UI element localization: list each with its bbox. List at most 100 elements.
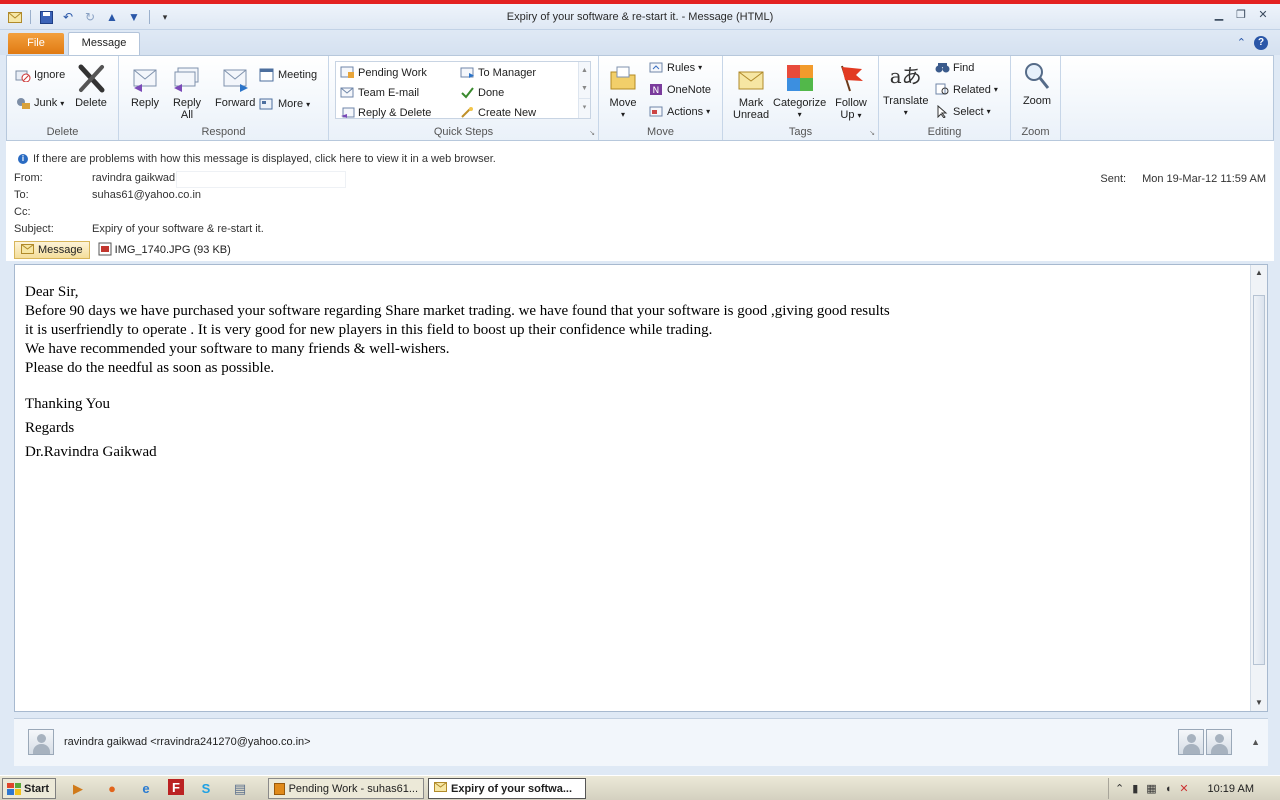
related-button[interactable]: Related ▾ [935,83,998,96]
dropdown-caret-icon: ▾ [797,110,802,119]
dialog-launcher-icon[interactable]: ↘ [869,129,875,137]
quick-launch: ▶ ● e F S ▤ [66,779,252,798]
quickstep-team-email[interactable]: Team E-mail [340,86,419,99]
taskbar-task-expiry[interactable]: Expiry of your softwa... [428,778,586,799]
meeting-button[interactable]: Meeting [259,68,317,82]
quickstep-reply-delete[interactable]: Reply & Delete [340,106,431,119]
quick-steps-scrollbar[interactable]: ▲ ▼ ▾ [578,62,590,118]
ribbon-right-controls: ⌃ ? [1237,36,1268,50]
message-header: i If there are problems with how this me… [6,141,1274,261]
scroll-down-icon[interactable]: ▼ [579,80,590,98]
onenote-button[interactable]: N OneNote [649,83,711,96]
dropdown-caret-icon: ▾ [986,107,991,116]
dropdown-caret-icon: ▾ [620,110,625,119]
group-label-delete: Delete [46,126,79,138]
attachment-bar: Message IMG_1740.JPG (93 KB) [14,241,231,259]
scroll-down-icon[interactable]: ▼ [1253,697,1265,709]
close-icon[interactable]: ✕ [1256,9,1270,22]
team-email-icon [340,86,355,99]
tray-expand-icon[interactable]: ⌃ [1115,782,1124,795]
taskbar-task-pending-work[interactable]: Pending Work - suhas61... [268,778,424,799]
avatar[interactable] [1206,729,1232,755]
ignore-button[interactable]: Ignore [15,68,65,82]
outlook-icon [274,782,285,795]
expand-people-pane-icon[interactable]: ▲ [1251,737,1260,747]
image-file-icon [98,242,112,259]
message-tab[interactable]: Message [14,241,90,259]
quickstep-create-new[interactable]: Create New [460,106,536,119]
battery-icon[interactable]: ▮ [1132,782,1138,795]
scroll-up-icon[interactable]: ▲ [579,62,590,80]
clock[interactable]: 10:19 AM [1208,783,1254,795]
group-respond: Reply Reply All Forward Meeting More ▾ R… [119,56,329,140]
reply-button[interactable]: Reply [129,62,161,109]
collapse-ribbon-icon[interactable]: ⌃ [1237,36,1246,50]
restore-icon[interactable]: ❐ [1234,9,1248,22]
body-scrollbar[interactable]: ▲ ▼ [1250,265,1267,711]
from-value[interactable]: ravindra gaikwad [92,172,175,184]
network-icon[interactable]: ▦ [1146,782,1156,795]
expand-gallery-icon[interactable]: ▾ [579,98,590,116]
firefox-icon[interactable]: ● [100,779,124,798]
cursor-arrow-icon [935,105,950,118]
delete-button[interactable]: Delete [75,62,107,109]
tab-message[interactable]: Message [68,32,140,55]
follow-up-button[interactable]: Follow Up ▾ [835,62,867,122]
media-player-icon[interactable]: ▶ [66,779,90,798]
translate-button[interactable]: aあ Translate ▾ [883,60,928,119]
skype-icon[interactable]: S [194,779,218,798]
to-value[interactable]: suhas61@yahoo.co.in [92,189,201,201]
help-icon[interactable]: ? [1254,36,1268,50]
checkmark-icon [460,86,475,99]
tray-alert-icon[interactable]: ✕ [1179,782,1188,795]
dropdown-caret-icon: ▾ [60,98,65,108]
group-delete: Ignore Junk ▾ Delete Delete [7,56,119,140]
group-label-move: Move [647,126,674,138]
reply-all-icon [171,62,203,94]
quickstep-to-manager[interactable]: To Manager [460,66,536,79]
move-button[interactable]: Move ▾ [607,62,639,121]
avatar [28,729,54,755]
scrollbar-thumb[interactable] [1253,295,1265,665]
minimize-icon[interactable]: ▁ [1212,9,1226,22]
notepad-icon[interactable]: ▤ [228,779,252,798]
dropdown-caret-icon: ▾ [706,107,711,116]
window-controls: ▁ ❐ ✕ [1212,9,1270,22]
forward-button[interactable]: Forward [215,62,255,109]
reply-all-button[interactable]: Reply All [171,62,203,121]
create-new-icon [460,106,475,119]
group-tags: Mark Unread Categorize ▾ Follow Up ▾ Tag… [723,56,879,140]
people-pane-person[interactable]: ravindra gaikwad <rravindra241270@yahoo.… [28,729,311,755]
tab-file[interactable]: File [8,33,64,54]
more-button[interactable]: More ▾ [259,97,310,111]
quick-steps-gallery: Pending Work Team E-mail Reply & Delete … [335,61,591,119]
find-button[interactable]: Find [935,61,974,74]
dropdown-caret-icon: ▾ [903,108,908,117]
info-icon: i [18,154,28,164]
rules-button[interactable]: Rules ▾ [649,61,702,74]
group-label-zoom: Zoom [1021,126,1050,138]
volume-icon[interactable]: ◖ [1165,783,1172,795]
quickstep-pending-work[interactable]: Pending Work [340,66,427,79]
actions-button[interactable]: Actions ▾ [649,105,710,118]
group-editing: aあ Translate ▾ Find Related ▾ Select ▾ E… [879,56,1011,140]
message-body[interactable]: Dear Sir, Before 90 days we have purchas… [14,264,1268,712]
attachment-item[interactable]: IMG_1740.JPG (93 KB) [98,242,231,259]
mark-unread-button[interactable]: Mark Unread [733,62,769,121]
body-line: Please do the needful as soon as possibl… [25,360,275,376]
avatar[interactable] [1178,729,1204,755]
from-address-highlight [176,171,346,188]
quickstep-done[interactable]: Done [460,86,504,99]
filezilla-icon[interactable]: F [168,779,184,795]
info-bar[interactable]: i If there are problems with how this me… [18,153,496,165]
binoculars-icon [935,61,950,74]
select-button[interactable]: Select ▾ [935,105,991,118]
scroll-up-icon[interactable]: ▲ [1253,267,1265,279]
categorize-button[interactable]: Categorize ▾ [773,62,826,121]
junk-button[interactable]: Junk ▾ [15,96,64,110]
internet-explorer-icon[interactable]: e [134,779,158,798]
zoom-button[interactable]: Zoom [1021,60,1053,107]
group-label-tags: Tags [788,126,813,138]
dialog-launcher-icon[interactable]: ↘ [589,129,595,137]
start-button[interactable]: Start [2,778,56,799]
